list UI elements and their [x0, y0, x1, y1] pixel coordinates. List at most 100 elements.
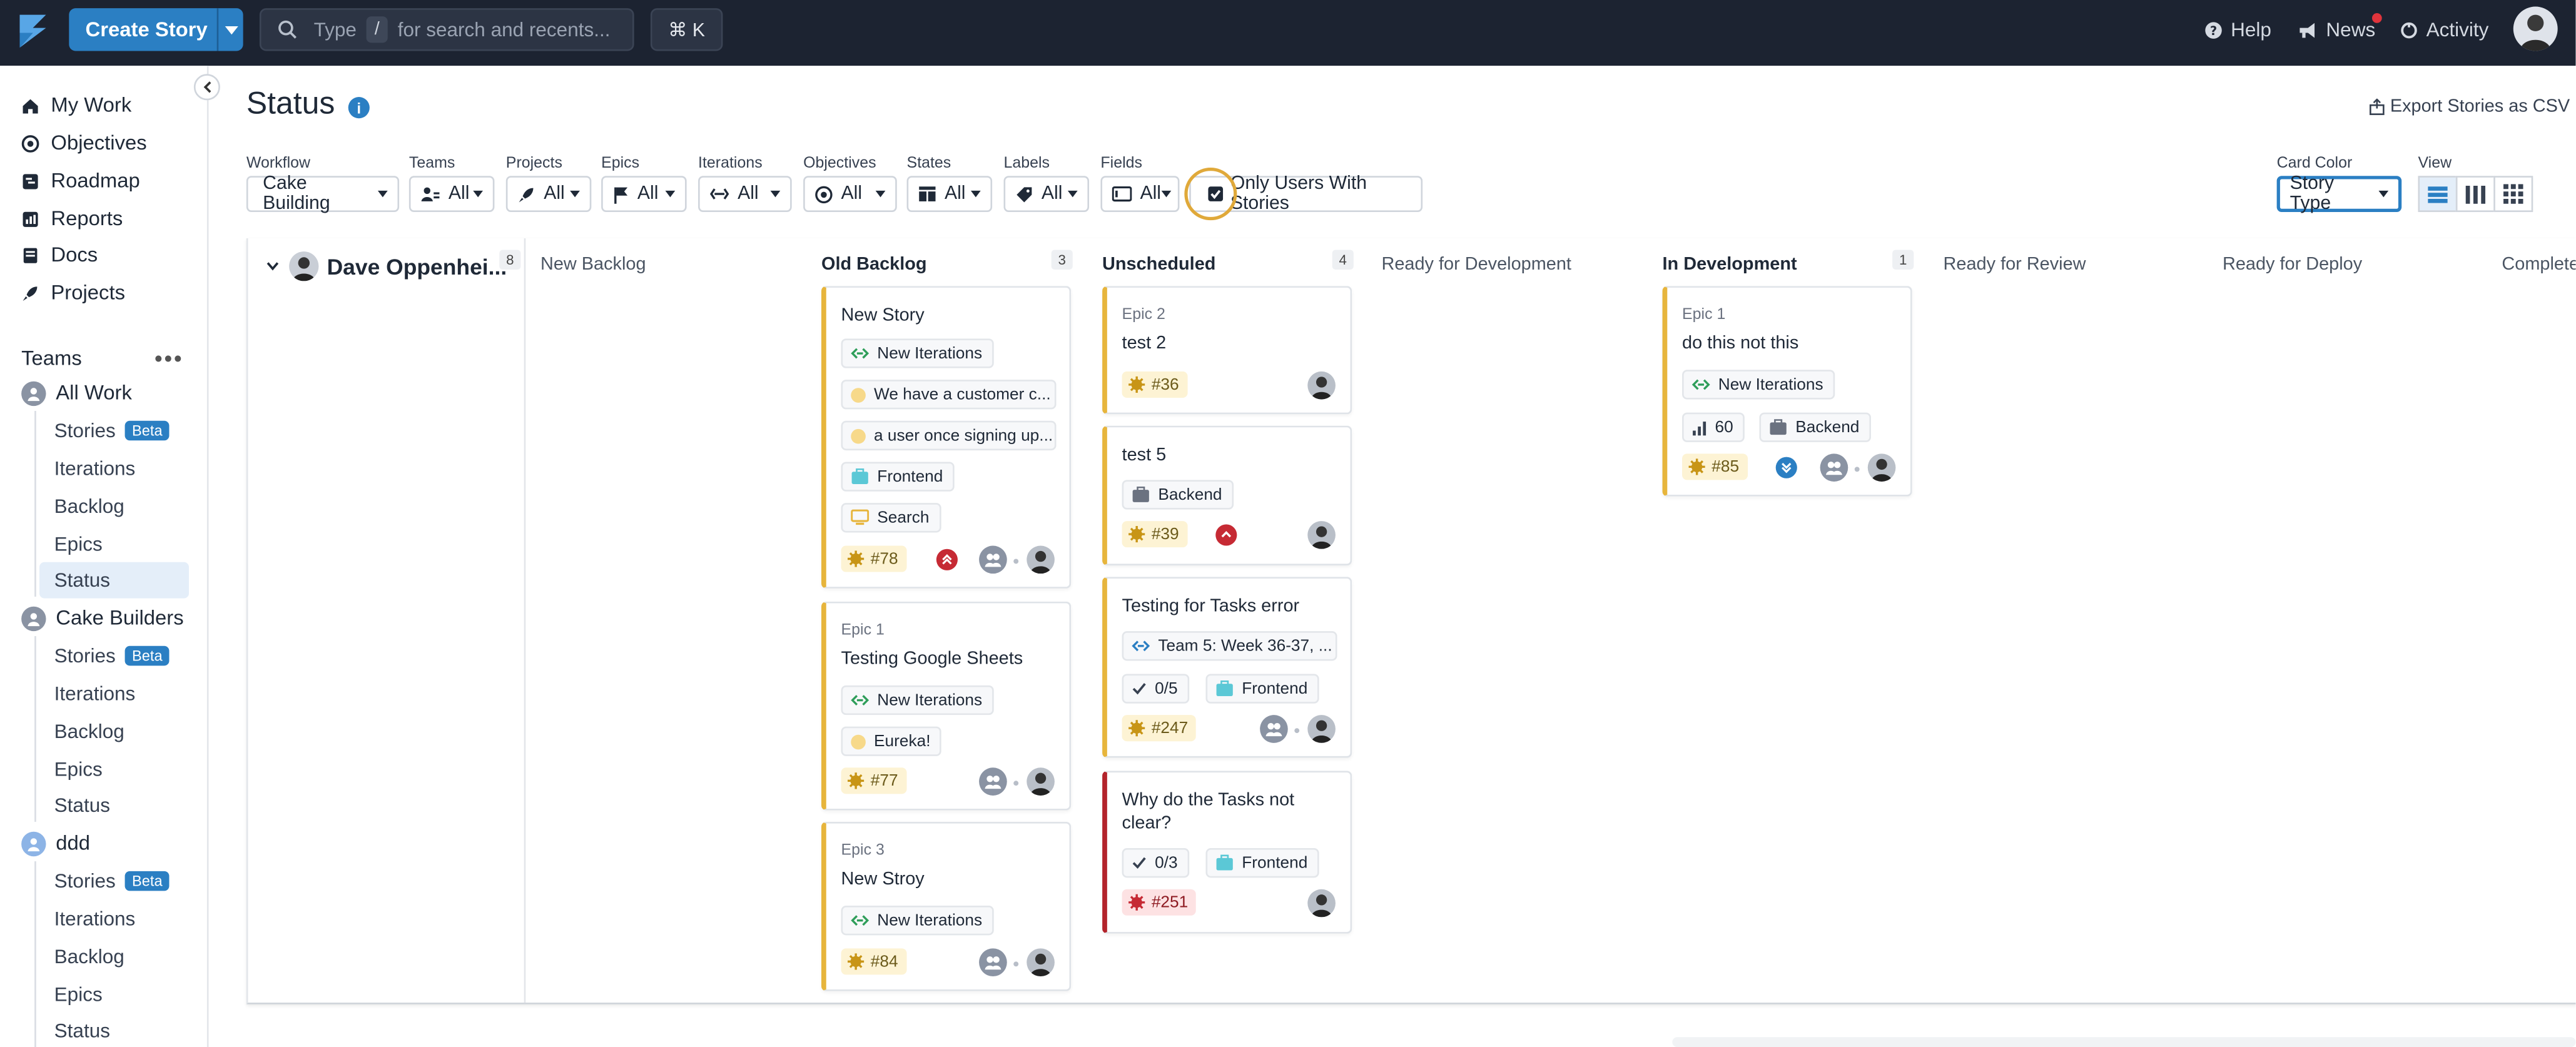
story-card[interactable]: New Story New Iterations We have a custo…	[821, 286, 1072, 589]
story-card[interactable]: Why do the Tasks not clear? 0/3 Frontend…	[1102, 771, 1352, 934]
tasks-chip[interactable]: 0/3	[1122, 848, 1189, 878]
story-title[interactable]: Testing for Tasks error	[1122, 595, 1300, 618]
story-card[interactable]: Epic 3 New Stroy New Iterations #84	[821, 822, 1072, 991]
label-chip[interactable]: We have a customer c...	[841, 380, 1057, 410]
story-id-badge[interactable]: #85	[1682, 453, 1748, 480]
epic-name[interactable]: Epic 2	[1122, 306, 1165, 324]
owner-avatar[interactable]	[1307, 521, 1336, 549]
story-title[interactable]: test 5	[1122, 444, 1167, 467]
group-chip[interactable]: Frontend	[1205, 674, 1319, 704]
sidebar-item-iterations[interactable]: Iterations	[54, 453, 136, 483]
story-card[interactable]: Testing for Tasks error Team 5: Week 36-…	[1102, 577, 1352, 758]
owner-avatar[interactable]	[1027, 545, 1055, 574]
story-title[interactable]: do this not this	[1682, 332, 1798, 355]
search-input[interactable]: Type / for search and recents...	[259, 8, 634, 51]
estimate-chip[interactable]: 60	[1682, 412, 1745, 442]
iteration-chip[interactable]: New Iterations	[1682, 370, 1835, 400]
story-id-badge[interactable]: #39	[1122, 521, 1187, 548]
projects-filter[interactable]: All	[505, 176, 592, 213]
story-card[interactable]: Epic 1 Testing Google Sheets New Iterati…	[821, 601, 1072, 811]
iteration-chip[interactable]: New Iterations	[841, 685, 994, 716]
group-chip[interactable]: Frontend	[841, 462, 955, 492]
sidebar-item-roadmap[interactable]: Roadmap	[21, 166, 140, 195]
story-card[interactable]: Epic 1 do this not this New Iterations 6…	[1662, 286, 1912, 497]
story-id-badge[interactable]: #84	[841, 948, 906, 975]
story-card[interactable]: test 5 Backend #39	[1102, 425, 1352, 566]
story-card[interactable]: Epic 2 test 2 #36	[1102, 286, 1352, 415]
sidebar-item-reports[interactable]: Reports	[21, 204, 123, 233]
sidebar-item-projects[interactable]: Projects	[21, 278, 125, 307]
team-ddd[interactable]: ddd	[21, 829, 90, 858]
iteration-chip[interactable]: New Iterations	[841, 906, 994, 936]
unassigned-avatar-icon[interactable]	[979, 545, 1007, 574]
news-link[interactable]: News	[2298, 0, 2375, 59]
export-csv-button[interactable]: Export Stories as CSV	[2369, 97, 2570, 117]
owner-row-toggle[interactable]: Dave Oppenhei...	[266, 251, 507, 281]
story-title[interactable]: New Stroy	[841, 868, 925, 891]
epics-filter[interactable]: All	[601, 176, 687, 213]
objectives-filter[interactable]: All	[803, 176, 897, 213]
owner-avatar[interactable]	[1307, 715, 1336, 743]
sidebar-item-status[interactable]: Status	[54, 565, 110, 595]
sidebar-item-status[interactable]: Status	[54, 791, 110, 820]
iterations-filter[interactable]: All	[698, 176, 792, 213]
sidebar-item-objectives[interactable]: Objectives	[21, 128, 147, 158]
sidebar-item-epics[interactable]: Epics	[54, 529, 103, 559]
sidebar-item-iterations[interactable]: Iterations	[54, 679, 136, 708]
teams-more-button[interactable]: •••	[155, 345, 184, 372]
group-chip[interactable]: Backend	[1759, 412, 1871, 442]
unassigned-avatar-icon[interactable]	[1820, 453, 1848, 482]
info-icon[interactable]: i	[348, 97, 370, 119]
epic-name[interactable]: Epic 3	[841, 842, 885, 860]
states-filter[interactable]: All	[906, 176, 993, 213]
sidebar-item-stories[interactable]: Stories Beta	[54, 641, 170, 670]
story-title[interactable]: Why do the Tasks not clear?	[1122, 789, 1319, 835]
unassigned-avatar-icon[interactable]	[1260, 715, 1288, 743]
sidebar-item-epics[interactable]: Epics	[54, 979, 103, 1009]
unassigned-avatar-icon[interactable]	[979, 948, 1007, 977]
unassigned-avatar-icon[interactable]	[979, 767, 1007, 796]
sidebar-item-stories[interactable]: Stories Beta	[54, 866, 170, 896]
help-link[interactable]: ? Help	[2204, 0, 2271, 59]
story-id-badge[interactable]: #78	[841, 545, 906, 572]
create-story-button[interactable]: Create Story	[69, 8, 243, 51]
sidebar-item-stories[interactable]: Stories Beta	[54, 416, 170, 445]
owner-avatar[interactable]	[1027, 767, 1055, 796]
labels-filter[interactable]: All	[1003, 176, 1090, 213]
sidebar-item-my-work[interactable]: My Work	[21, 91, 131, 120]
fields-filter[interactable]: All	[1100, 176, 1180, 213]
team-cake-builders[interactable]: Cake Builders	[21, 603, 184, 632]
field-chip[interactable]: Search	[841, 503, 941, 533]
story-id-badge[interactable]: #36	[1122, 371, 1187, 398]
story-id-badge[interactable]: #77	[841, 767, 906, 794]
activity-link[interactable]: Activity	[2400, 0, 2488, 59]
owner-avatar[interactable]	[1027, 948, 1055, 977]
group-chip[interactable]: Backend	[1122, 480, 1234, 510]
owner-avatar[interactable]	[1307, 371, 1336, 400]
label-chip[interactable]: Eureka!	[841, 726, 942, 756]
story-id-badge[interactable]: #247	[1122, 715, 1197, 742]
story-title[interactable]: Testing Google Sheets	[841, 647, 1023, 670]
column-view-button[interactable]	[2455, 176, 2495, 213]
story-id-badge[interactable]: #251	[1122, 889, 1197, 916]
app-logo-icon[interactable]	[13, 10, 53, 53]
tasks-chip[interactable]: 0/5	[1122, 674, 1189, 704]
sidebar-item-epics[interactable]: Epics	[54, 754, 103, 784]
story-title[interactable]: test 2	[1122, 332, 1167, 355]
teams-filter[interactable]: All	[408, 176, 495, 213]
workflow-select[interactable]: Cake Building	[246, 174, 400, 214]
sidebar-item-docs[interactable]: Docs	[21, 240, 98, 270]
owner-avatar[interactable]	[1307, 889, 1336, 918]
create-story-dropdown-button[interactable]	[218, 25, 243, 34]
iteration-chip[interactable]: New Iterations	[841, 338, 994, 368]
team-all-work[interactable]: All Work	[21, 378, 132, 407]
story-title[interactable]: New Story	[841, 304, 925, 327]
command-k-button[interactable]: ⌘ K	[650, 8, 723, 51]
list-view-button[interactable]	[2418, 176, 2458, 213]
epic-name[interactable]: Epic 1	[841, 621, 885, 639]
create-story-label[interactable]: Create Story	[69, 18, 216, 41]
sidebar-item-iterations[interactable]: Iterations	[54, 904, 136, 933]
epic-name[interactable]: Epic 1	[1682, 306, 1725, 324]
sidebar-item-backlog[interactable]: Backlog	[54, 717, 124, 746]
collapse-sidebar-button[interactable]	[193, 74, 220, 101]
